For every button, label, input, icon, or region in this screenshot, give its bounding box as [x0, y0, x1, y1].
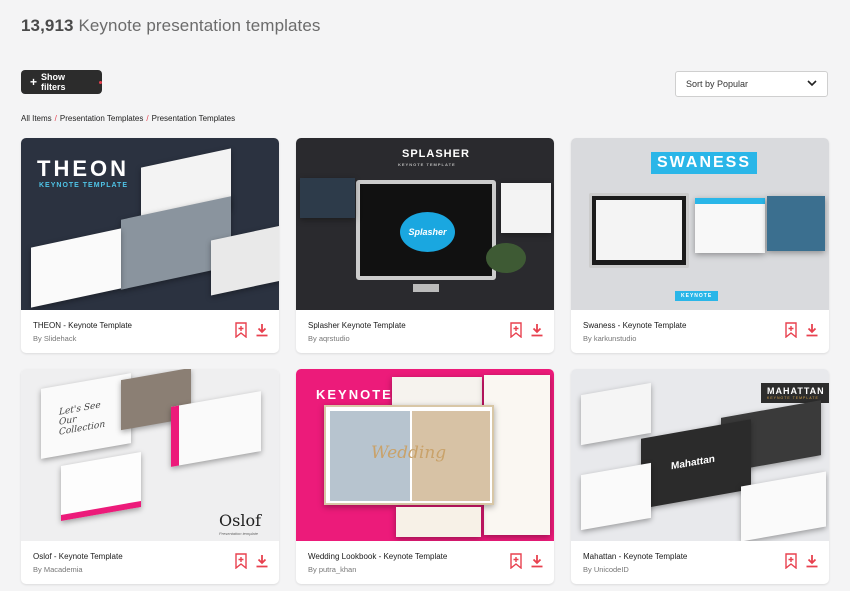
item-title[interactable]: Wedding Lookbook - Keynote Template — [308, 552, 447, 561]
slide-preview — [61, 451, 141, 522]
download-icon[interactable] — [530, 322, 544, 338]
item-author[interactable]: By aqrstudio — [308, 334, 350, 343]
slide-script-title: Wedding — [371, 443, 447, 463]
chevron-down-icon — [807, 79, 817, 89]
slide-preview — [767, 196, 825, 251]
screen-logo: Splasher — [400, 212, 455, 252]
slide-title: Mahattan — [671, 453, 715, 473]
item-card-splasher[interactable]: SPLASHER KEYNOTE TEMPLATE Splasher Splas… — [296, 138, 554, 353]
item-author[interactable]: By putra_khan — [308, 565, 356, 574]
thumbnail-title: MAHATTAN — [767, 386, 825, 396]
download-icon[interactable] — [255, 553, 269, 569]
slide-preview — [501, 183, 551, 233]
item-card-wedding-lookbook[interactable]: KEYNOTE Wedding Wedding Lookbook - Keyno… — [296, 369, 554, 584]
thumbnail-title: Oslof — [219, 511, 261, 530]
item-card-oslof[interactable]: Let's See Our Collection Oslof Presentat… — [21, 369, 279, 584]
item-thumbnail[interactable]: SPLASHER KEYNOTE TEMPLATE Splasher — [296, 138, 554, 310]
item-thumbnail[interactable]: SWANESS KEYNOTE — [571, 138, 829, 310]
show-filters-label: Show filters — [41, 72, 66, 92]
screen-content — [596, 200, 682, 260]
slide-preview — [31, 228, 121, 308]
bookmark-add-icon[interactable] — [234, 553, 248, 569]
slide-tagline: Let's See Our Collection — [59, 400, 106, 438]
item-card-theon[interactable]: THEON KEYNOTE TEMPLATE THEON - Keynote T… — [21, 138, 279, 353]
thumbnail-subtitle: KEYNOTE TEMPLATE — [39, 182, 128, 189]
item-author[interactable]: By karkunstudio — [583, 334, 636, 343]
breadcrumb-separator: / — [54, 114, 57, 123]
item-author[interactable]: By Slidehack — [33, 334, 76, 343]
show-filters-button[interactable]: + Show filters — [21, 70, 102, 94]
slide-preview: Let's See Our Collection — [41, 373, 131, 459]
download-icon[interactable] — [805, 322, 819, 338]
slide-preview — [300, 178, 355, 218]
page-title: 13,913 Keynote presentation templates — [21, 16, 321, 36]
slide-preview — [396, 507, 481, 537]
plus-icon: + — [30, 75, 38, 89]
bookmark-add-icon[interactable] — [234, 322, 248, 338]
item-thumbnail[interactable]: KEYNOTE Wedding — [296, 369, 554, 541]
thumbnail-subtitle: KEYNOTE — [675, 291, 719, 301]
results-title: Keynote presentation templates — [78, 16, 321, 35]
breadcrumb-separator: / — [146, 114, 149, 123]
item-title[interactable]: Oslof - Keynote Template — [33, 552, 123, 561]
thumbnail-title: SPLASHER — [402, 148, 470, 160]
bookmark-add-icon[interactable] — [784, 322, 798, 338]
item-card-swaness[interactable]: SWANESS KEYNOTE Swaness - Keynote Templa… — [571, 138, 829, 353]
item-title[interactable]: THEON - Keynote Template — [33, 321, 132, 330]
download-icon[interactable] — [255, 322, 269, 338]
breadcrumb-current: Presentation Templates — [151, 114, 236, 123]
thumbnail-title: KEYNOTE — [316, 387, 393, 402]
item-thumbnail[interactable]: MAHATTAN KEYNOTE TEMPLATE Mahattan — [571, 369, 829, 541]
item-title[interactable]: Mahattan - Keynote Template — [583, 552, 687, 561]
thumbnail-subtitle: Presentation template — [219, 531, 258, 536]
slide-preview — [695, 198, 765, 253]
thumbnail-subtitle: KEYNOTE TEMPLATE — [398, 162, 456, 167]
breadcrumb-presentation-templates[interactable]: Presentation Templates — [60, 114, 143, 123]
breadcrumb: All Items / Presentation Templates / Pre… — [21, 114, 235, 123]
featured-slide: Mahattan — [641, 419, 751, 509]
bookmark-add-icon[interactable] — [509, 322, 523, 338]
monitor-preview: Splasher — [356, 180, 496, 280]
filter-indicator-dot — [99, 80, 102, 84]
thumbnail-title: SWANESS — [651, 152, 758, 174]
bookmark-add-icon[interactable] — [509, 553, 523, 569]
page: 13,913 Keynote presentation templates + … — [0, 0, 850, 591]
slide-preview — [581, 462, 651, 531]
item-title[interactable]: Splasher Keynote Template — [308, 321, 406, 330]
slide-preview — [581, 382, 651, 446]
monitor-preview — [589, 193, 689, 268]
item-card-mahattan[interactable]: MAHATTAN KEYNOTE TEMPLATE Mahattan Mahat… — [571, 369, 829, 584]
item-thumbnail[interactable]: THEON KEYNOTE TEMPLATE — [21, 138, 279, 310]
item-author[interactable]: By Macademia — [33, 565, 83, 574]
slide-preview — [741, 471, 826, 541]
sort-dropdown[interactable]: Sort by Popular — [675, 71, 828, 97]
featured-slide: Wedding — [324, 405, 494, 505]
bookmark-add-icon[interactable] — [784, 553, 798, 569]
monitor-stand — [413, 284, 439, 292]
download-icon[interactable] — [530, 553, 544, 569]
item-author[interactable]: By UnicodeID — [583, 565, 629, 574]
thumbnail-subtitle: KEYNOTE TEMPLATE — [767, 396, 819, 400]
results-count: 13,913 — [21, 16, 74, 35]
thumbnail-title: THEON — [37, 156, 129, 181]
download-icon[interactable] — [805, 553, 819, 569]
bonsai-image — [486, 243, 526, 273]
sort-label: Sort by Popular — [686, 79, 749, 89]
item-thumbnail[interactable]: Let's See Our Collection Oslof Presentat… — [21, 369, 279, 541]
slide-preview — [392, 377, 482, 407]
item-title[interactable]: Swaness - Keynote Template — [583, 321, 686, 330]
breadcrumb-all-items[interactable]: All Items — [21, 114, 52, 123]
